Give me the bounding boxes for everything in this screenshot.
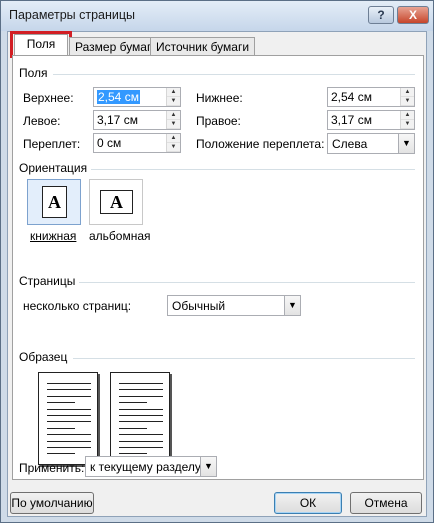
preview-text-line [47, 421, 91, 423]
multiple-pages-value: Обычный [172, 299, 226, 313]
dialog-body: Поля Размер бумаги Источник бумаги Поля … [7, 31, 427, 517]
preview-text-line [47, 434, 91, 436]
tab-page-margins: Поля Верхнее: 2,54 см ▲ ▼ Нижнее: 2,54 см… [12, 55, 424, 480]
preview-text-line [119, 383, 163, 384]
preview-text-line [119, 434, 163, 436]
landscape-page-icon: A [100, 190, 133, 214]
preview-text-line [47, 395, 91, 397]
gutter-label: Переплет: [23, 137, 81, 151]
left-margin-spinner[interactable]: ▲ ▼ [166, 111, 180, 129]
chevron-down-icon[interactable]: ▼ [200, 457, 216, 476]
margins-section-title: Поля [19, 66, 48, 80]
preview-text-line [47, 415, 91, 416]
preview-section-title: Образец [19, 350, 68, 364]
gutter-spinner[interactable]: ▲ ▼ [166, 134, 180, 152]
top-margin-label: Верхнее: [23, 91, 74, 105]
help-button[interactable]: ? [368, 6, 394, 24]
preview-text-line [47, 389, 91, 391]
apply-to-label: Применить: [19, 461, 85, 475]
portrait-page-icon: A [42, 186, 67, 218]
chevron-down-icon[interactable]: ▼ [284, 296, 300, 315]
gutter-value: 0 см [97, 136, 122, 150]
preview-text-line [119, 453, 147, 455]
window-title: Параметры страницы [9, 8, 136, 22]
right-margin-label: Правое: [196, 114, 241, 128]
ok-button[interactable]: ОК [274, 492, 342, 514]
preview-text-line [119, 447, 163, 448]
landscape-option[interactable]: A [89, 179, 143, 225]
preview-text-line [119, 440, 163, 442]
gutter-position-label: Положение переплета: [196, 137, 325, 151]
preview-text-line [119, 421, 163, 423]
tab-highlight-frame [10, 31, 72, 58]
bottom-margin-value: 2,54 см [331, 90, 372, 104]
orientation-divider [91, 169, 415, 170]
gutter-position-select[interactable]: Слева ▼ [327, 133, 415, 154]
landscape-label[interactable]: альбомная [89, 229, 151, 243]
left-margin-value: 3,17 см [97, 113, 138, 127]
left-margin-label: Левое: [23, 114, 61, 128]
top-margin-spinner[interactable]: ▲ ▼ [166, 88, 180, 106]
right-margin-field[interactable]: 3,17 см ▲ ▼ [327, 110, 415, 130]
preview-divider [73, 358, 415, 359]
portrait-label[interactable]: книжная [30, 229, 76, 243]
bottom-margin-label: Нижнее: [196, 91, 243, 105]
cancel-button[interactable]: Отмена [350, 492, 422, 514]
right-margin-value: 3,17 см [331, 113, 372, 127]
preview-text-line [119, 389, 163, 391]
preview-text-line [47, 447, 91, 448]
bottom-margin-field[interactable]: 2,54 см ▲ ▼ [327, 87, 415, 107]
tab-paper-source[interactable]: Источник бумаги [150, 37, 256, 56]
top-margin-value: 2,54 см [97, 90, 140, 104]
left-margin-field[interactable]: 3,17 см ▲ ▼ [93, 110, 181, 130]
preview-text-line [47, 402, 75, 404]
preview-text-line [119, 408, 163, 410]
preview-text-line [119, 395, 163, 397]
preview-text-line [119, 427, 147, 429]
bottom-margin-spinner[interactable]: ▲ ▼ [400, 88, 414, 106]
pages-section-title: Страницы [19, 274, 76, 288]
preview-text-line [47, 427, 75, 429]
margins-divider [53, 74, 415, 75]
top-margin-field[interactable]: 2,54 см ▲ ▼ [93, 87, 181, 107]
preview-text-line [119, 402, 147, 404]
preview-text-line [47, 440, 91, 442]
preview-text-line [47, 408, 91, 410]
multiple-pages-label: несколько страниц: [23, 299, 132, 313]
gutter-position-value: Слева [332, 137, 368, 151]
chevron-down-icon[interactable]: ▼ [398, 134, 414, 153]
orientation-section-title: Ориентация [19, 161, 88, 175]
page-setup-window: Параметры страницы ? X Поля Размер бумаг… [0, 0, 434, 523]
pages-divider [79, 282, 415, 283]
preview-text-line [119, 415, 163, 416]
apply-to-select[interactable]: к текущему разделу ▼ [85, 456, 217, 477]
close-button[interactable]: X [397, 6, 429, 24]
preview-text-line [47, 383, 91, 384]
right-margin-spinner[interactable]: ▲ ▼ [400, 111, 414, 129]
multiple-pages-select[interactable]: Обычный ▼ [167, 295, 301, 316]
preview-area [38, 372, 178, 468]
apply-to-value: к текущему разделу [90, 460, 201, 474]
title-bar[interactable]: Параметры страницы ? X [1, 1, 433, 31]
orientation-options: A A книжная альбомная [27, 179, 167, 249]
set-default-button[interactable]: По умолчанию [10, 492, 94, 514]
gutter-field[interactable]: 0 см ▲ ▼ [93, 133, 181, 153]
preview-page-right [110, 372, 170, 465]
portrait-option[interactable]: A [27, 179, 81, 225]
preview-text-line [47, 453, 75, 455]
preview-page-left [38, 372, 98, 465]
